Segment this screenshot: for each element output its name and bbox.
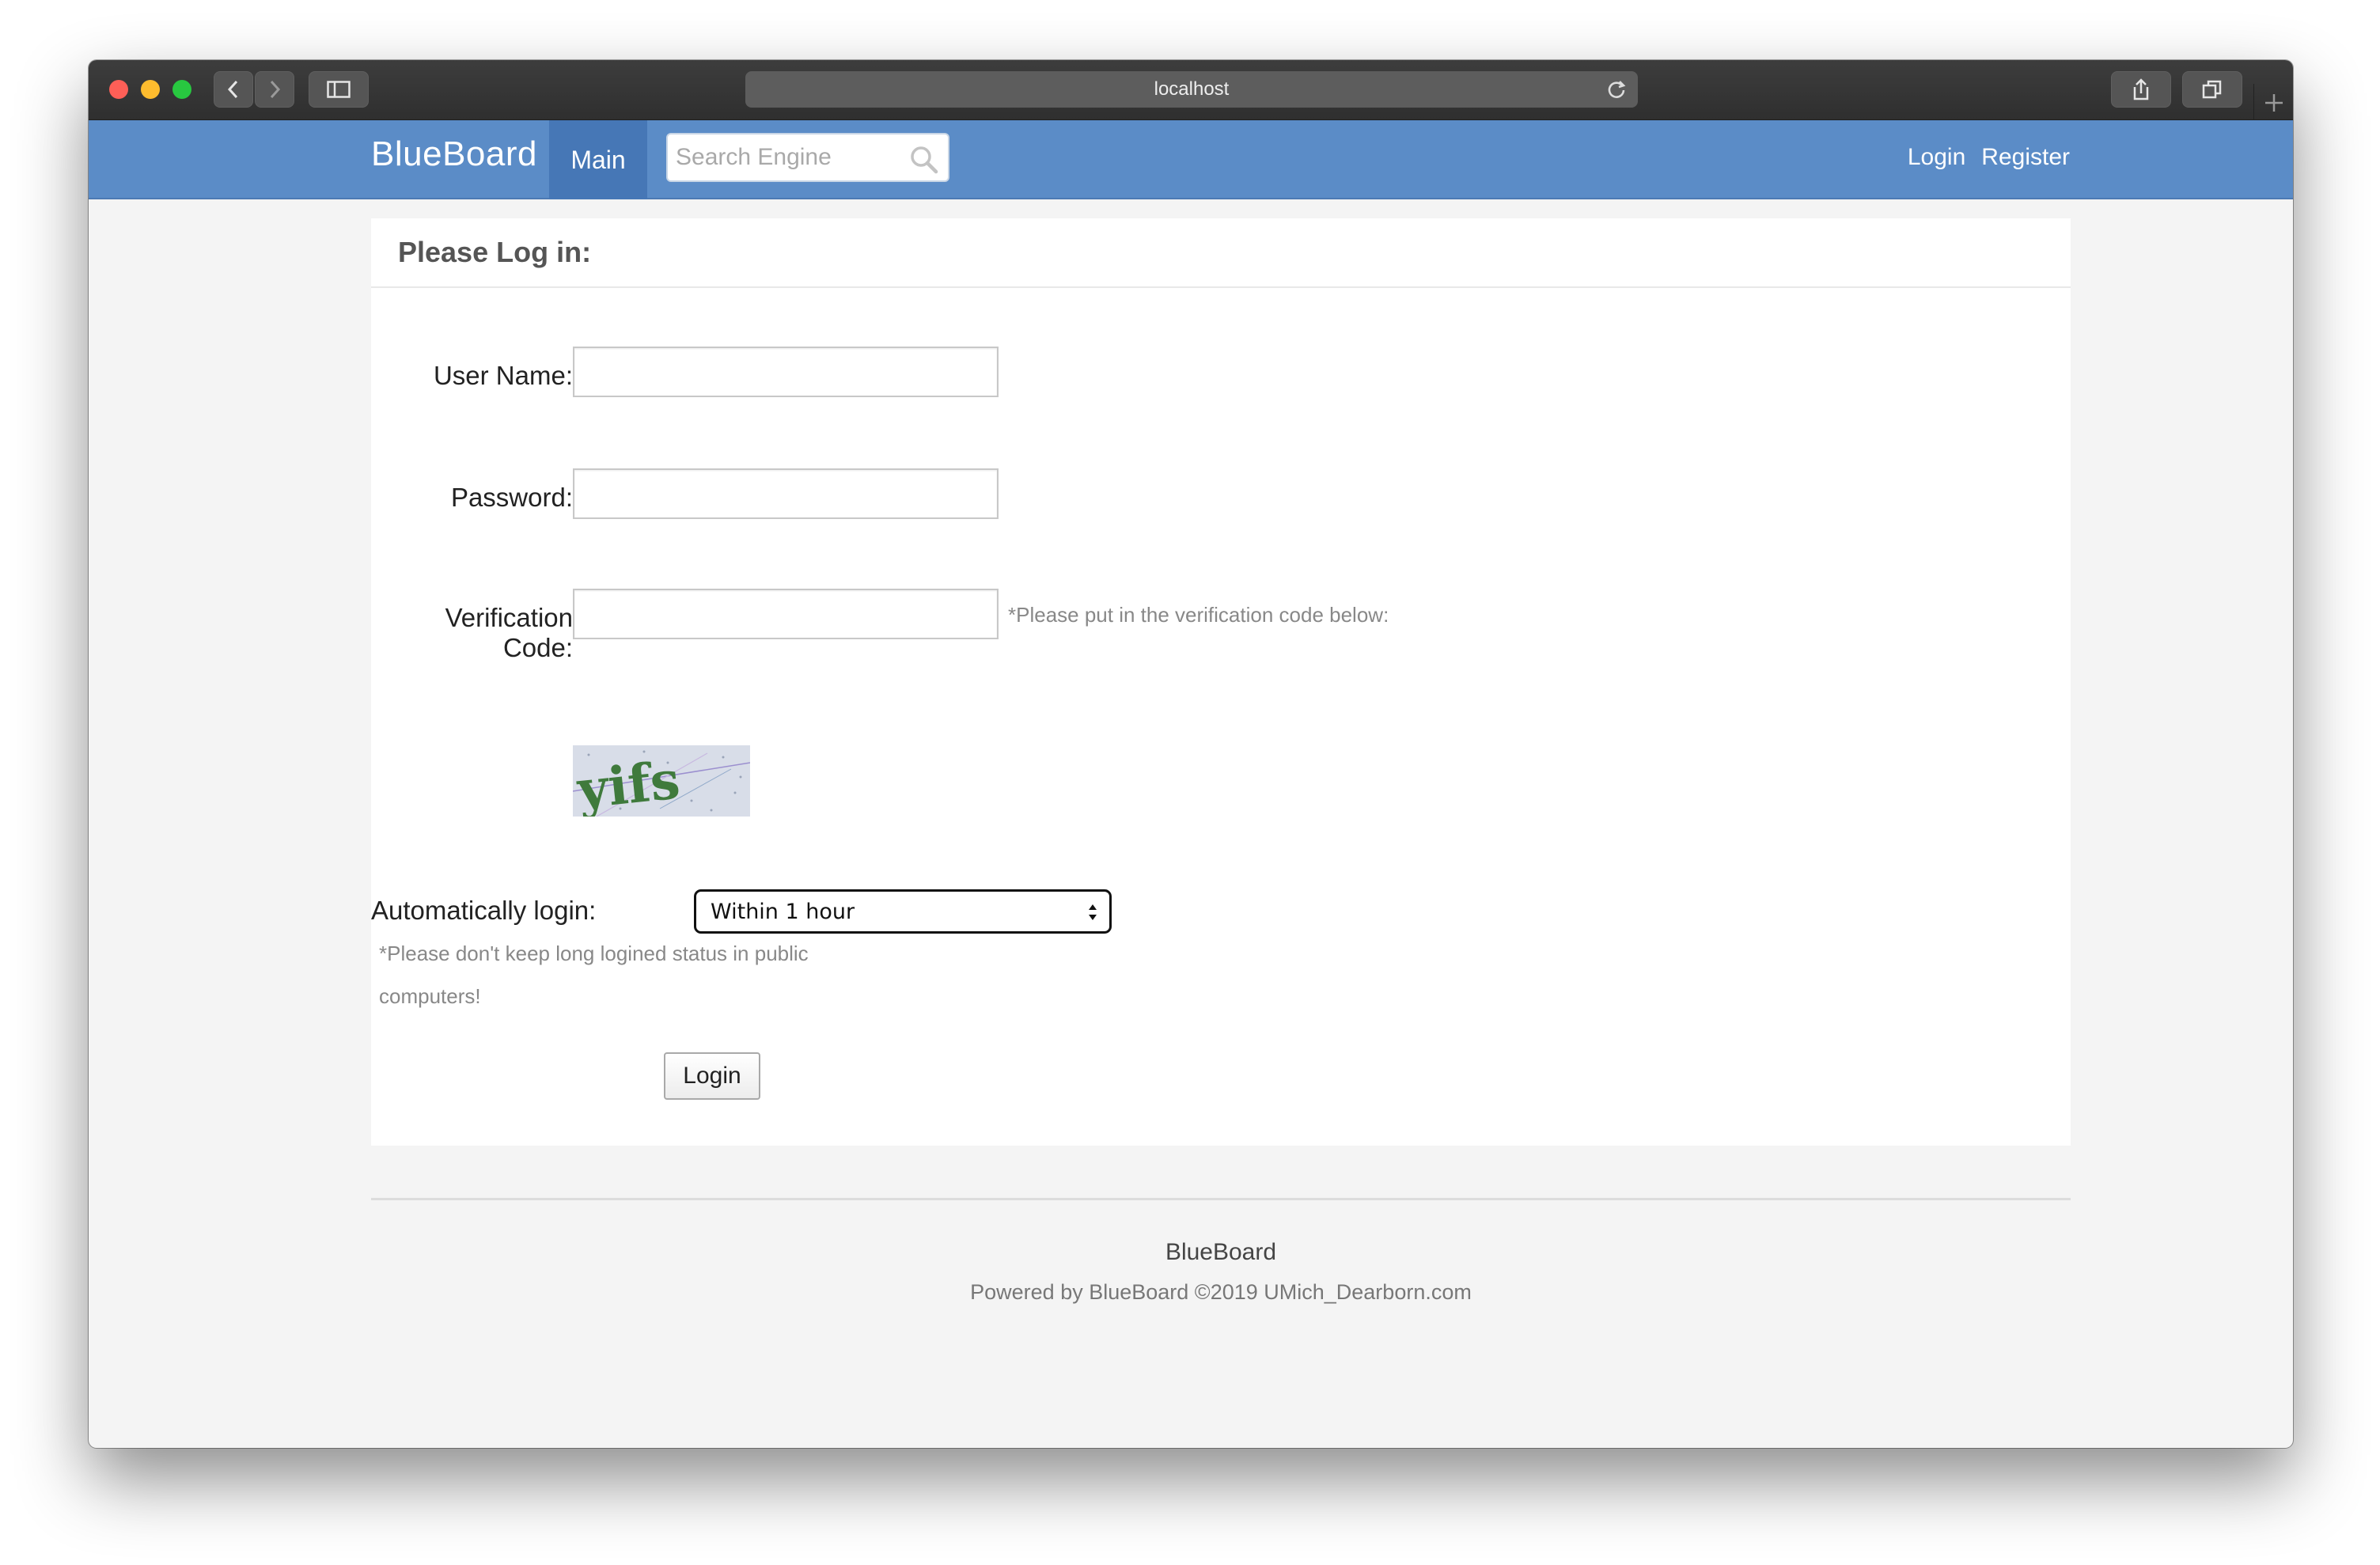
back-button[interactable]: [214, 71, 253, 108]
login-panel: Please Log in: User Name: Password: Veri…: [371, 218, 2071, 1146]
nav-main-link[interactable]: Main: [549, 120, 647, 199]
nav-login-link[interactable]: Login: [1908, 144, 1965, 171]
browser-window: localhost BlueBoard Main Login Register …: [89, 60, 2293, 1448]
site-navbar: BlueBoard Main Login Register: [89, 120, 2293, 199]
auto-login-label: Automatically login:: [371, 896, 597, 925]
username-label: User Name:: [433, 361, 573, 390]
select-arrows-icon: [1089, 904, 1097, 920]
captcha-text: yifs: [574, 748, 682, 817]
login-submit-button[interactable]: Login: [664, 1052, 760, 1100]
tabs-overview-button[interactable]: [2182, 71, 2242, 108]
new-tab-button[interactable]: [2253, 84, 2293, 120]
search-input[interactable]: [676, 141, 905, 174]
captcha-graphic: yifs: [573, 745, 750, 817]
auto-login-selected-value: Within 1 hour: [711, 899, 855, 924]
captcha-image[interactable]: yifs: [573, 745, 750, 817]
password-label: Password:: [450, 483, 573, 512]
verification-hint: *Please put in the verification code bel…: [1008, 603, 1389, 627]
verification-field[interactable]: [573, 589, 999, 639]
close-window-button[interactable]: [109, 80, 128, 99]
chevron-right-icon: [270, 80, 281, 99]
forward-button[interactable]: [255, 71, 294, 108]
address-text: localhost: [1154, 78, 1230, 100]
username-field[interactable]: [573, 347, 999, 397]
search-icon[interactable]: [910, 146, 938, 174]
footer-divider: [371, 1198, 2071, 1200]
address-bar[interactable]: localhost: [745, 71, 1638, 108]
auto-login-hint-line1: *Please don't keep long logined status i…: [379, 942, 809, 965]
plus-icon: [2265, 94, 2283, 112]
footer-brand: BlueBoard: [1165, 1239, 1277, 1265]
sidebar-icon: [327, 81, 351, 98]
footer-copyright: Powered by BlueBoard ©2019 UMich_Dearbor…: [970, 1280, 1472, 1304]
auth-links: Login Register: [1908, 144, 2070, 171]
tabs-icon: [2202, 80, 2222, 99]
sidebar-toggle-button[interactable]: [309, 71, 369, 108]
minimize-window-button[interactable]: [141, 80, 160, 99]
share-icon: [2133, 78, 2149, 100]
reload-icon[interactable]: [1606, 79, 1627, 100]
zoom-window-button[interactable]: [172, 80, 191, 99]
share-button[interactable]: [2111, 71, 2171, 108]
panel-title: Please Log in:: [371, 218, 2071, 288]
chevron-left-icon: [227, 80, 238, 99]
site-logo[interactable]: BlueBoard: [371, 135, 537, 174]
auto-login-select[interactable]: Within 1 hour: [694, 889, 1112, 934]
nav-register-link[interactable]: Register: [1981, 144, 2070, 171]
verification-label: Verification Code:: [445, 603, 573, 662]
search-box: [666, 133, 949, 182]
password-field[interactable]: [573, 468, 999, 519]
auto-login-hint-line2: computers!: [379, 984, 481, 1008]
browser-toolbar: localhost: [89, 60, 2293, 120]
